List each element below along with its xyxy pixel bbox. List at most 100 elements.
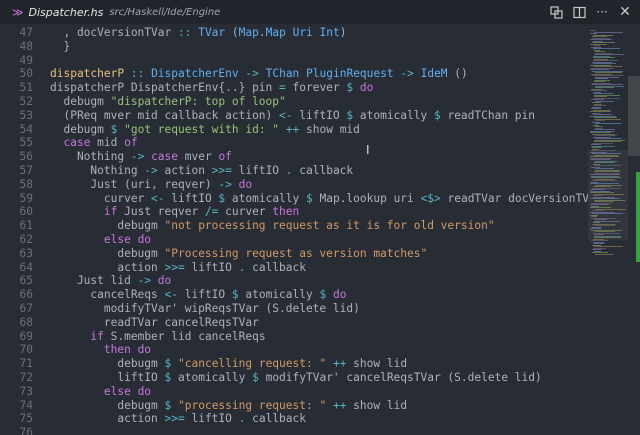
line-number: 61: [19, 219, 33, 233]
close-icon[interactable]: ✕: [614, 0, 636, 24]
line-number: 68: [19, 315, 33, 329]
code-line[interactable]: 71 debugm $ "cancelling request: " ++ sh…: [0, 357, 588, 371]
code-line[interactable]: 73 else do: [0, 385, 588, 399]
minimap-line: [595, 253, 613, 255]
code-text: debugm $ "got request with id: " ++ show…: [50, 122, 360, 136]
code-line[interactable]: 57 Nothing -> action >>= liftIO . callba…: [0, 164, 588, 178]
code-text: case mid of: [63, 136, 138, 150]
code-line[interactable]: 56 Nothing -> case mver of: [0, 150, 588, 164]
code-text: readTVar cancelReqsTVar: [50, 315, 259, 329]
line-number: 50: [19, 67, 33, 81]
code-text: Nothing -> case mver of: [50, 150, 232, 164]
code-text: action >>= liftIO . callback: [50, 412, 306, 426]
line-number: 62: [19, 233, 33, 246]
more-icon[interactable]: ···: [591, 0, 613, 24]
code-text: debugm "not processing request as it is …: [50, 219, 495, 233]
code-line[interactable]: 63 debugm "Processing request as version…: [0, 247, 588, 261]
line-number: 67: [19, 302, 33, 315]
line-number: 76: [19, 426, 33, 435]
line-number: 53: [19, 108, 33, 122]
code-line[interactable]: 69 if S.member lid cancelReqs: [0, 330, 588, 344]
code-line[interactable]: 66 cancelReqs <- liftIO $ atomically $ d…: [0, 288, 588, 302]
line-number: 69: [19, 329, 33, 343]
code-text: then do: [103, 343, 152, 357]
git-change-marker: [636, 172, 640, 262]
code-line[interactable]: 75 action >>= liftIO . callback: [0, 412, 588, 426]
code-text: else do: [103, 384, 152, 398]
code-text: modifyTVar' wipReqsTVar (S.delete lid): [50, 302, 360, 315]
line-number: 70: [19, 343, 33, 357]
minimap-line: [595, 123, 622, 124]
code-line[interactable]: 51 dispatcherP DispatcherEnv{..} pin = fo…: [0, 81, 588, 95]
tab-filepath: src/Haskell/Ide/Engine: [109, 6, 221, 18]
code-line[interactable]: 50 dispatcherP :: DispatcherEnv -> TChan …: [0, 67, 588, 81]
line-number: 72: [19, 371, 33, 384]
code-line[interactable]: 65 Just lid -> do: [0, 274, 588, 288]
line-number: 57: [19, 164, 33, 177]
line-number: 74: [19, 398, 33, 412]
code-line[interactable]: 61 debugm "not processing request as it …: [0, 219, 588, 233]
code-text: curver <- liftIO $ atomically $ Map.look…: [50, 191, 588, 205]
line-number: 58: [19, 177, 33, 191]
line-number: 51: [19, 81, 33, 95]
code-line[interactable]: 47 , docVersionTVar :: TVar (Map.Map Uri…: [0, 26, 588, 40]
editor-actions: ··· ✕: [544, 0, 640, 24]
line-number: 55: [19, 136, 33, 150]
line-number: 48: [19, 39, 33, 53]
code-text: (PReq mver mid callback action) <- liftI…: [50, 108, 536, 122]
code-line[interactable]: 49: [0, 54, 588, 68]
code-line[interactable]: 53 (PReq mver mid callback action) <- li…: [0, 109, 588, 123]
code-line[interactable]: 60 if Just reqver /= curver then: [0, 205, 588, 219]
code-line[interactable]: 48 }: [0, 40, 588, 54]
mouse-cursor-icon: I: [366, 143, 370, 157]
haskell-icon: ≫: [12, 5, 24, 19]
code-text: debugm "dispatcherP: top of loop": [50, 95, 286, 108]
code-line[interactable]: 68 readTVar cancelReqsTVar: [0, 316, 588, 330]
scrollbar-thumb[interactable]: [628, 76, 640, 156]
line-number: 49: [19, 53, 33, 67]
code-line[interactable]: 76: [0, 426, 588, 435]
code-text: , docVersionTVar :: TVar (Map.Map Uri In…: [50, 26, 347, 39]
line-number: 64: [19, 260, 33, 274]
code-text: debugm $ "processing request: " ++ show …: [50, 398, 408, 412]
code-line[interactable]: 54 debugm $ "got request with id: " ++ s…: [0, 123, 588, 137]
line-number: 60: [19, 205, 33, 219]
minimap-line: [594, 31, 623, 33]
tab-bar: ≫ Dispatcher.hs src/Haskell/Ide/Engine ·…: [0, 0, 640, 24]
code-line[interactable]: 59 curver <- liftIO $ atomically $ Map.l…: [0, 192, 588, 206]
tab-filename: Dispatcher.hs: [28, 5, 104, 19]
line-number: 71: [19, 357, 33, 371]
code-text: Nothing -> action >>= liftIO . callback: [50, 164, 354, 177]
compare-icon[interactable]: [545, 0, 567, 24]
code-text: if Just reqver /= curver then: [103, 205, 300, 219]
code-text: if S.member lid cancelReqs: [90, 329, 266, 343]
code-editor[interactable]: 47 , docVersionTVar :: TVar (Map.Map Uri…: [0, 24, 588, 435]
line-number: 52: [19, 95, 33, 108]
code-text: cancelReqs <- liftIO $ atomically $ do: [50, 288, 347, 302]
code-line[interactable]: 70 then do: [0, 343, 588, 357]
line-number: 65: [19, 274, 33, 288]
line-number: 66: [19, 288, 33, 302]
code-line[interactable]: 62 else do: [0, 233, 588, 247]
line-number: 47: [19, 26, 33, 39]
code-text: }: [50, 39, 71, 53]
code-line[interactable]: 58 Just (uri, reqver) -> do: [0, 178, 588, 192]
code-line[interactable]: 55 case mid of: [0, 136, 588, 150]
code-text: dispatcherP DispatcherEnv{..} pin = fore…: [50, 81, 374, 95]
code-text: else do: [103, 233, 152, 246]
code-text: dispatcherP :: DispatcherEnv -> TChan Pl…: [50, 67, 468, 81]
code-text: debugm "Processing request as version ma…: [50, 246, 428, 260]
line-number: 56: [19, 150, 33, 164]
code-text: Just (uri, reqver) -> do: [50, 177, 253, 191]
code-line[interactable]: 72 liftIO $ atomically $ modifyTVar' can…: [0, 371, 588, 385]
minimap[interactable]: [588, 24, 628, 435]
code-line[interactable]: 67 modifyTVar' wipReqsTVar (S.delete lid…: [0, 302, 588, 316]
code-line[interactable]: 74 debugm $ "processing request: " ++ sh…: [0, 399, 588, 413]
code-text: action >>= liftIO . callback: [50, 260, 306, 274]
code-line[interactable]: 52 debugm "dispatcherP: top of loop": [0, 95, 588, 109]
split-editor-icon[interactable]: [568, 0, 590, 24]
line-number: 54: [19, 122, 33, 136]
line-number: 63: [19, 246, 33, 260]
code-line[interactable]: 64 action >>= liftIO . callback: [0, 261, 588, 275]
code-text: Just lid -> do: [50, 274, 172, 288]
